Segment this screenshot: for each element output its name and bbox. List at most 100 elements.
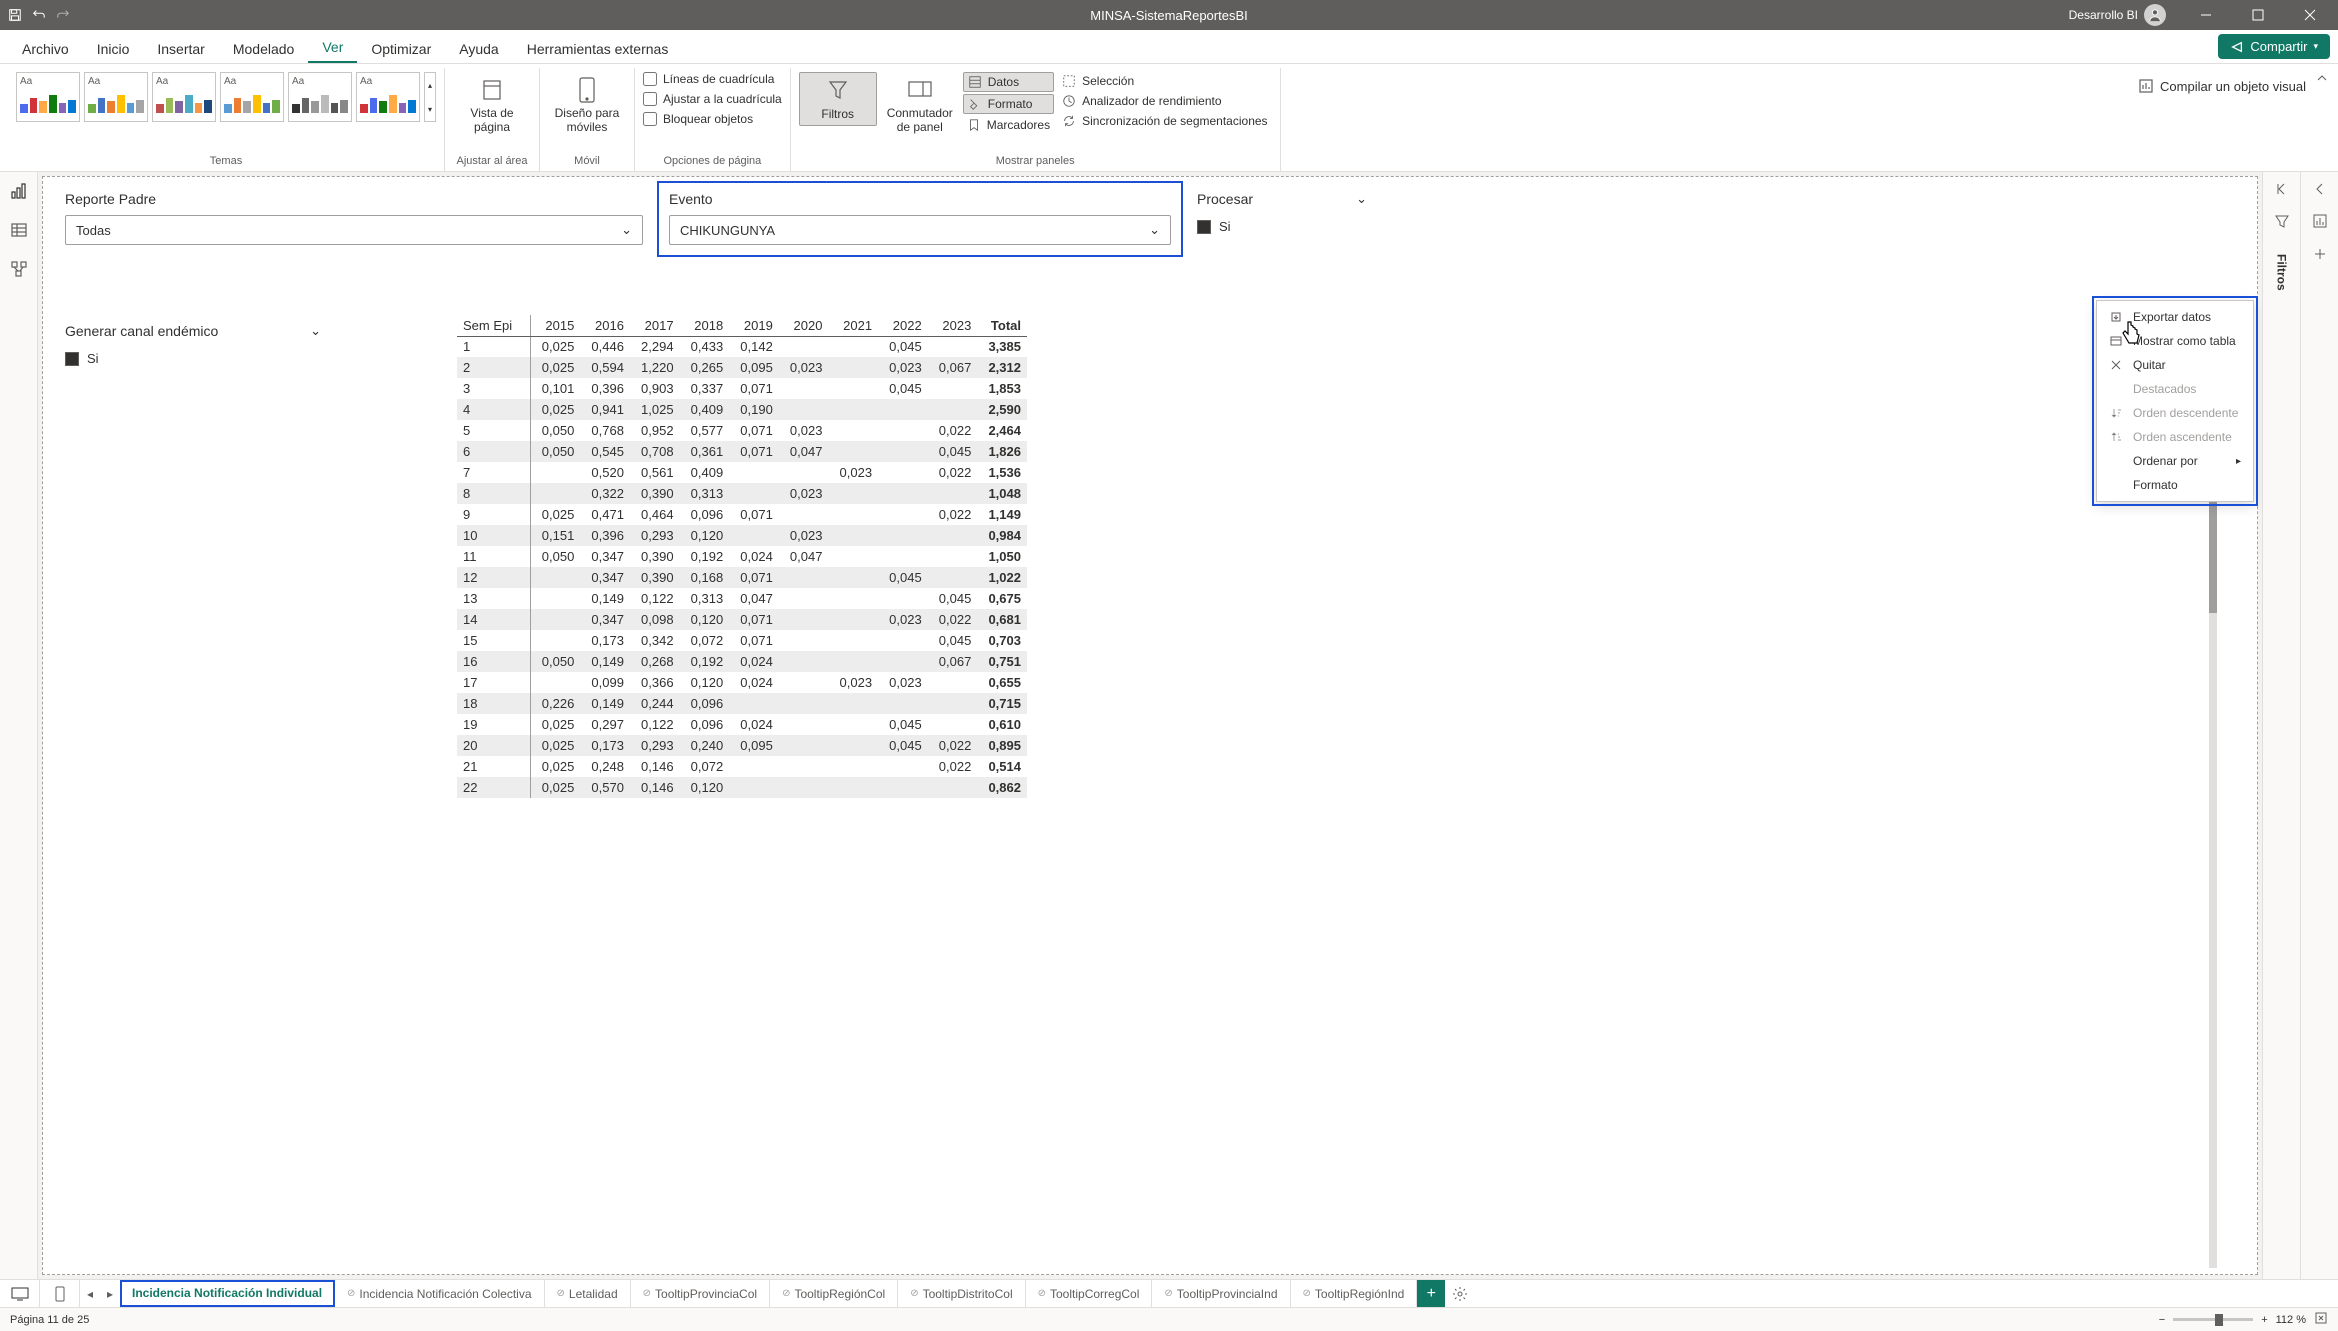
- prev-page-button[interactable]: ◂: [80, 1280, 100, 1307]
- table-row[interactable]: 60,0500,5450,7080,3610,0710,0470,0451,82…: [457, 441, 1027, 462]
- collapse-ribbon-button[interactable]: [2314, 68, 2330, 171]
- theme-thumb[interactable]: Aa: [84, 72, 148, 122]
- build-visual-icon[interactable]: [2312, 213, 2328, 232]
- mobile-view-mode[interactable]: [40, 1280, 80, 1307]
- datos-pane-toggle[interactable]: Datos: [963, 72, 1054, 92]
- chevron-down-icon[interactable]: ⌄: [1356, 191, 1367, 207]
- column-header[interactable]: Total: [977, 315, 1027, 336]
- lineas-cuadricula-checkbox[interactable]: Líneas de cuadrícula: [643, 70, 774, 88]
- tab-ver[interactable]: Ver: [308, 31, 357, 63]
- table-view-icon[interactable]: [10, 221, 28, 242]
- table-row[interactable]: 170,0990,3660,1200,0240,0230,0230,655: [457, 672, 1027, 693]
- menu-ordenar-por[interactable]: Ordenar por▸: [2097, 449, 2253, 473]
- page-settings-button[interactable]: [1445, 1280, 1475, 1307]
- table-row[interactable]: 190,0250,2970,1220,0960,0240,0450,610: [457, 714, 1027, 735]
- vista-pagina-button[interactable]: Vista de página: [453, 72, 531, 139]
- add-page-button[interactable]: +: [1417, 1280, 1445, 1307]
- report-canvas[interactable]: Reporte Padre Todas ⌄ Evento CHIKUNGUNYA…: [38, 172, 2262, 1279]
- table-row[interactable]: 80,3220,3900,3130,0231,048: [457, 483, 1027, 504]
- page-tab[interactable]: ⊘TooltipCorregCol: [1026, 1280, 1153, 1307]
- column-header[interactable]: 2020: [779, 315, 829, 336]
- report-view-icon[interactable]: [10, 182, 28, 203]
- menu-exportar-datos[interactable]: Exportar datos: [2097, 305, 2253, 329]
- menu-quitar[interactable]: Quitar: [2097, 353, 2253, 377]
- column-header[interactable]: 2016: [580, 315, 630, 336]
- slicer-option[interactable]: Si: [65, 347, 321, 370]
- tab-insertar[interactable]: Insertar: [143, 33, 218, 63]
- add-data-icon[interactable]: [2312, 246, 2328, 265]
- table-row[interactable]: 110,0500,3470,3900,1920,0240,0471,050: [457, 546, 1027, 567]
- column-header[interactable]: 2019: [729, 315, 779, 336]
- page-tab[interactable]: ⊘TooltipDistritoCol: [898, 1280, 1025, 1307]
- tab-inicio[interactable]: Inicio: [83, 33, 144, 63]
- table-row[interactable]: 70,5200,5610,4090,0230,0221,536: [457, 462, 1027, 483]
- slicer-dropdown[interactable]: Todas ⌄: [65, 215, 643, 245]
- table-row[interactable]: 50,0500,7680,9520,5770,0710,0230,0222,46…: [457, 420, 1027, 441]
- theme-thumb[interactable]: Aa: [220, 72, 284, 122]
- minimize-button[interactable]: [2186, 0, 2226, 30]
- page-tab[interactable]: ⊘TooltipProvinciaInd: [1152, 1280, 1290, 1307]
- slicer-option[interactable]: Si: [1197, 215, 1367, 238]
- tab-ayuda[interactable]: Ayuda: [445, 33, 512, 63]
- expand-pane-icon[interactable]: [2313, 182, 2327, 199]
- page-tab[interactable]: ⊘Incidencia Notificación Colectiva: [335, 1280, 544, 1307]
- table-row[interactable]: 160,0500,1490,2680,1920,0240,0670,751: [457, 651, 1027, 672]
- table-row[interactable]: 20,0250,5941,2200,2650,0950,0230,0230,06…: [457, 357, 1027, 378]
- theme-thumb[interactable]: Aa: [16, 72, 80, 122]
- table-row[interactable]: 40,0250,9411,0250,4090,1902,590: [457, 399, 1027, 420]
- matrix-visual[interactable]: Sem Epi201520162017201820192020202120222…: [457, 315, 2207, 1272]
- next-page-button[interactable]: ▸: [100, 1280, 120, 1307]
- slicer-procesar[interactable]: Procesar ⌄ Si: [1187, 183, 1377, 243]
- page-tab[interactable]: ⊘TooltipRegiónCol: [770, 1280, 898, 1307]
- column-header[interactable]: 2018: [680, 315, 730, 336]
- slicer-evento[interactable]: Evento CHIKUNGUNYA ⌄: [659, 183, 1181, 255]
- table-row[interactable]: 90,0250,4710,4640,0960,0710,0221,149: [457, 504, 1027, 525]
- diseno-moviles-button[interactable]: Diseño para móviles: [548, 72, 626, 139]
- redo-icon[interactable]: [56, 8, 70, 22]
- table-row[interactable]: 10,0250,4462,2940,4330,1420,0453,385: [457, 336, 1027, 357]
- column-header[interactable]: 2021: [828, 315, 878, 336]
- slicer-dropdown[interactable]: CHIKUNGUNYA ⌄: [669, 215, 1171, 245]
- zoom-slider[interactable]: [2173, 1318, 2253, 1321]
- theme-gallery-dropdown[interactable]: ▴▾: [424, 72, 436, 122]
- menu-formato[interactable]: Formato: [2097, 473, 2253, 497]
- page-tab-active[interactable]: Incidencia Notificación Individual: [120, 1280, 335, 1307]
- column-header[interactable]: 2017: [630, 315, 680, 336]
- analizador-pane-toggle[interactable]: Analizador de rendimiento: [1058, 92, 1271, 110]
- conmutador-panel-button[interactable]: Conmutador de panel: [881, 72, 959, 139]
- table-row[interactable]: 150,1730,3420,0720,0710,0450,703: [457, 630, 1027, 651]
- page-tab[interactable]: ⊘TooltipProvinciaCol: [631, 1280, 770, 1307]
- formato-pane-toggle[interactable]: Formato: [963, 94, 1054, 114]
- seleccion-pane-toggle[interactable]: Selección: [1058, 72, 1271, 90]
- tab-archivo[interactable]: Archivo: [8, 33, 83, 63]
- fit-page-button[interactable]: [2314, 1311, 2328, 1328]
- bloquear-objetos-checkbox[interactable]: Bloquear objetos: [643, 110, 753, 128]
- desktop-view-mode[interactable]: [0, 1280, 40, 1307]
- page-tab[interactable]: ⊘TooltipRegiónInd: [1291, 1280, 1418, 1307]
- zoom-out-button[interactable]: −: [2159, 1314, 2165, 1326]
- expand-pane-icon[interactable]: [2275, 182, 2289, 199]
- table-row[interactable]: 120,3470,3900,1680,0710,0451,022: [457, 567, 1027, 588]
- page-tab[interactable]: ⊘Letalidad: [545, 1280, 631, 1307]
- user-account[interactable]: Desarrollo BI: [2069, 4, 2166, 26]
- tab-optimizar[interactable]: Optimizar: [357, 33, 445, 63]
- column-header[interactable]: 2015: [530, 315, 580, 336]
- sincro-pane-toggle[interactable]: Sincronización de segmentaciones: [1058, 112, 1271, 130]
- table-row[interactable]: 140,3470,0980,1200,0710,0230,0220,681: [457, 609, 1027, 630]
- chevron-down-icon[interactable]: ⌄: [310, 323, 321, 339]
- undo-icon[interactable]: [32, 8, 46, 22]
- slicer-canal-endemico[interactable]: Generar canal endémico ⌄ Si: [55, 315, 331, 375]
- compilar-visual-button[interactable]: Compilar un objeto visual: [2130, 74, 2314, 98]
- close-button[interactable]: [2290, 0, 2330, 30]
- maximize-button[interactable]: [2238, 0, 2278, 30]
- theme-thumb[interactable]: Aa: [152, 72, 216, 122]
- column-header[interactable]: 2022: [878, 315, 928, 336]
- model-view-icon[interactable]: [10, 260, 28, 281]
- table-row[interactable]: 30,1010,3960,9030,3370,0710,0451,853: [457, 378, 1027, 399]
- save-icon[interactable]: [8, 8, 22, 22]
- theme-thumb[interactable]: Aa: [288, 72, 352, 122]
- table-row[interactable]: 130,1490,1220,3130,0470,0450,675: [457, 588, 1027, 609]
- zoom-in-button[interactable]: +: [2261, 1314, 2267, 1326]
- tab-modelado[interactable]: Modelado: [219, 33, 309, 63]
- pane-icon[interactable]: [2274, 213, 2290, 232]
